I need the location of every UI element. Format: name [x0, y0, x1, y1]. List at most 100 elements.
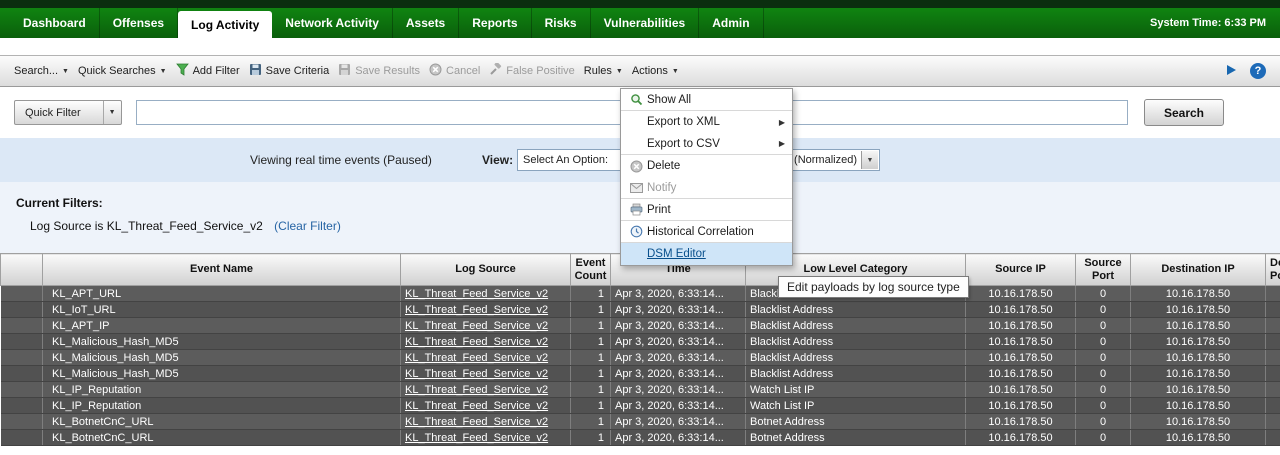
destination-ip-cell: 10.16.178.50	[1131, 382, 1266, 398]
row-selector-cell	[1, 286, 43, 302]
quick-filter-dropdown[interactable]: Quick Filter ▼	[14, 100, 122, 125]
menu-item-notify[interactable]: Notify	[621, 177, 792, 199]
add-filter-button[interactable]: Add Filter	[176, 63, 240, 79]
cancel-button[interactable]: Cancel	[429, 63, 480, 79]
false-positive-label: False Positive	[506, 65, 574, 77]
source-ip-cell: 10.16.178.50	[966, 366, 1076, 382]
nav-tab-offenses[interactable]: Offenses	[100, 8, 178, 38]
log-source-link-cell[interactable]: KL_Threat_Feed_Service_v2	[401, 398, 571, 414]
event-table: Event Name Log Source Event Count Time L…	[0, 253, 1280, 446]
menu-item-dsm-editor[interactable]: DSM Editor	[621, 243, 792, 265]
column-header-source-port[interactable]: Source Port	[1076, 254, 1131, 286]
table-row[interactable]: KL_IP_Reputation KL_Threat_Feed_Service_…	[1, 382, 1280, 398]
cancel-label: Cancel	[446, 65, 480, 77]
menu-item-export-xml[interactable]: Export to XML ▶	[621, 111, 792, 133]
time-cell: Apr 3, 2020, 6:33:14...	[611, 430, 746, 446]
nav-tab-assets[interactable]: Assets	[393, 8, 459, 38]
clear-filter-link[interactable]: (Clear Filter)	[274, 219, 341, 233]
source-ip-cell: 10.16.178.50	[966, 286, 1076, 302]
log-source-link-cell[interactable]: KL_Threat_Feed_Service_v2	[401, 302, 571, 318]
log-source-link-cell[interactable]: KL_Threat_Feed_Service_v2	[401, 430, 571, 446]
quick-searches-button[interactable]: Quick Searches ▼	[78, 65, 167, 77]
source-ip-cell: 10.16.178.50	[966, 334, 1076, 350]
column-header-source-ip[interactable]: Source IP	[966, 254, 1076, 286]
column-header-event-count[interactable]: Event Count	[571, 254, 611, 286]
column-header-selector[interactable]	[1, 254, 43, 286]
submenu-arrow-icon: ▶	[779, 118, 785, 127]
time-cell: Apr 3, 2020, 6:33:14...	[611, 398, 746, 414]
source-ip-cell: 10.16.178.50	[966, 414, 1076, 430]
active-filter-line: Log Source is KL_Threat_Feed_Service_v2 …	[30, 219, 341, 233]
log-source-link-cell[interactable]: KL_Threat_Feed_Service_v2	[401, 414, 571, 430]
help-icon[interactable]: ?	[1250, 63, 1266, 79]
row-selector-cell	[1, 366, 43, 382]
source-ip-cell: 10.16.178.50	[966, 398, 1076, 414]
destination-ip-cell: 10.16.178.50	[1131, 302, 1266, 318]
search-menu-button[interactable]: Search... ▼	[14, 65, 69, 77]
nav-tab-log-activity[interactable]: Log Activity	[178, 11, 272, 38]
event-count-cell: 1	[571, 318, 611, 334]
rules-menu-button[interactable]: Rules ▼	[584, 65, 623, 77]
menu-item-show-all[interactable]: Show All	[621, 89, 792, 111]
log-source-link-cell[interactable]: KL_Threat_Feed_Service_v2	[401, 366, 571, 382]
nav-tab-network-activity[interactable]: Network Activity	[272, 8, 393, 38]
row-selector-cell	[1, 430, 43, 446]
column-header-destination-port[interactable]: Destination Port	[1266, 254, 1280, 286]
destination-ip-cell: 10.16.178.50	[1131, 350, 1266, 366]
printer-icon	[626, 203, 647, 216]
nav-tab-reports[interactable]: Reports	[459, 8, 531, 38]
menu-item-export-csv[interactable]: Export to CSV ▶	[621, 133, 792, 155]
nav-tab-vulnerabilities[interactable]: Vulnerabilities	[591, 8, 700, 38]
log-source-link-cell[interactable]: KL_Threat_Feed_Service_v2	[401, 334, 571, 350]
log-source-link-cell[interactable]: KL_Threat_Feed_Service_v2	[401, 318, 571, 334]
quick-searches-label: Quick Searches	[78, 65, 156, 77]
actions-menu-button[interactable]: Actions ▼	[632, 65, 679, 77]
menu-item-label: Delete	[647, 160, 680, 172]
menu-item-historical-correlation[interactable]: Historical Correlation	[621, 221, 792, 243]
column-header-log-source[interactable]: Log Source	[401, 254, 571, 286]
main-navbar: Dashboard Offenses Log Activity Network …	[0, 8, 1280, 38]
table-row[interactable]: KL_APT_IP KL_Threat_Feed_Service_v2 1 Ap…	[1, 318, 1280, 334]
table-row[interactable]: KL_Malicious_Hash_MD5 KL_Threat_Feed_Ser…	[1, 334, 1280, 350]
nav-tab-admin[interactable]: Admin	[699, 8, 763, 38]
chevron-down-icon: ▼	[616, 68, 623, 75]
play-stream-icon[interactable]	[1224, 63, 1238, 80]
save-results-button[interactable]: Save Results	[338, 63, 420, 79]
table-row[interactable]: KL_Malicious_Hash_MD5 KL_Threat_Feed_Ser…	[1, 366, 1280, 382]
source-port-cell: 0	[1076, 398, 1131, 414]
nav-tab-dashboard[interactable]: Dashboard	[10, 8, 100, 38]
destination-port-cell	[1266, 398, 1280, 414]
low-level-category-cell: Blacklist Address	[746, 334, 966, 350]
source-port-cell: 0	[1076, 302, 1131, 318]
save-criteria-button[interactable]: Save Criteria	[249, 63, 330, 79]
event-count-cell: 1	[571, 350, 611, 366]
log-source-link-cell[interactable]: KL_Threat_Feed_Service_v2	[401, 382, 571, 398]
column-header-destination-ip[interactable]: Destination IP	[1131, 254, 1266, 286]
false-positive-button[interactable]: False Positive	[489, 63, 574, 79]
event-count-cell: 1	[571, 286, 611, 302]
event-name-cell: KL_IP_Reputation	[43, 398, 401, 414]
table-row[interactable]: KL_IP_Reputation KL_Threat_Feed_Service_…	[1, 398, 1280, 414]
delete-circle-icon	[626, 160, 647, 173]
column-header-event-name[interactable]: Event Name	[43, 254, 401, 286]
menu-item-delete[interactable]: Delete	[621, 155, 792, 177]
chevron-down-icon: ▼	[103, 101, 121, 124]
log-source-link-cell[interactable]: KL_Threat_Feed_Service_v2	[401, 286, 571, 302]
table-row[interactable]: KL_BotnetCnC_URL KL_Threat_Feed_Service_…	[1, 430, 1280, 446]
source-ip-cell: 10.16.178.50	[966, 302, 1076, 318]
table-row[interactable]: KL_APT_URL KL_Threat_Feed_Service_v2 1 A…	[1, 286, 1280, 302]
low-level-category-cell: Botnet Address	[746, 414, 966, 430]
view-label: View:	[482, 153, 513, 167]
log-source-link-cell[interactable]: KL_Threat_Feed_Service_v2	[401, 350, 571, 366]
source-port-cell: 0	[1076, 366, 1131, 382]
table-row[interactable]: KL_Malicious_Hash_MD5 KL_Threat_Feed_Ser…	[1, 350, 1280, 366]
search-button[interactable]: Search	[1144, 99, 1224, 126]
table-row[interactable]: KL_IoT_URL KL_Threat_Feed_Service_v2 1 A…	[1, 302, 1280, 318]
menu-item-print[interactable]: Print	[621, 199, 792, 221]
event-count-cell: 1	[571, 334, 611, 350]
table-row[interactable]: KL_BotnetCnC_URL KL_Threat_Feed_Service_…	[1, 414, 1280, 430]
menu-item-label: Historical Correlation	[647, 226, 754, 238]
nav-tab-risks[interactable]: Risks	[532, 8, 591, 38]
event-name-cell: KL_IoT_URL	[43, 302, 401, 318]
time-cell: Apr 3, 2020, 6:33:14...	[611, 302, 746, 318]
